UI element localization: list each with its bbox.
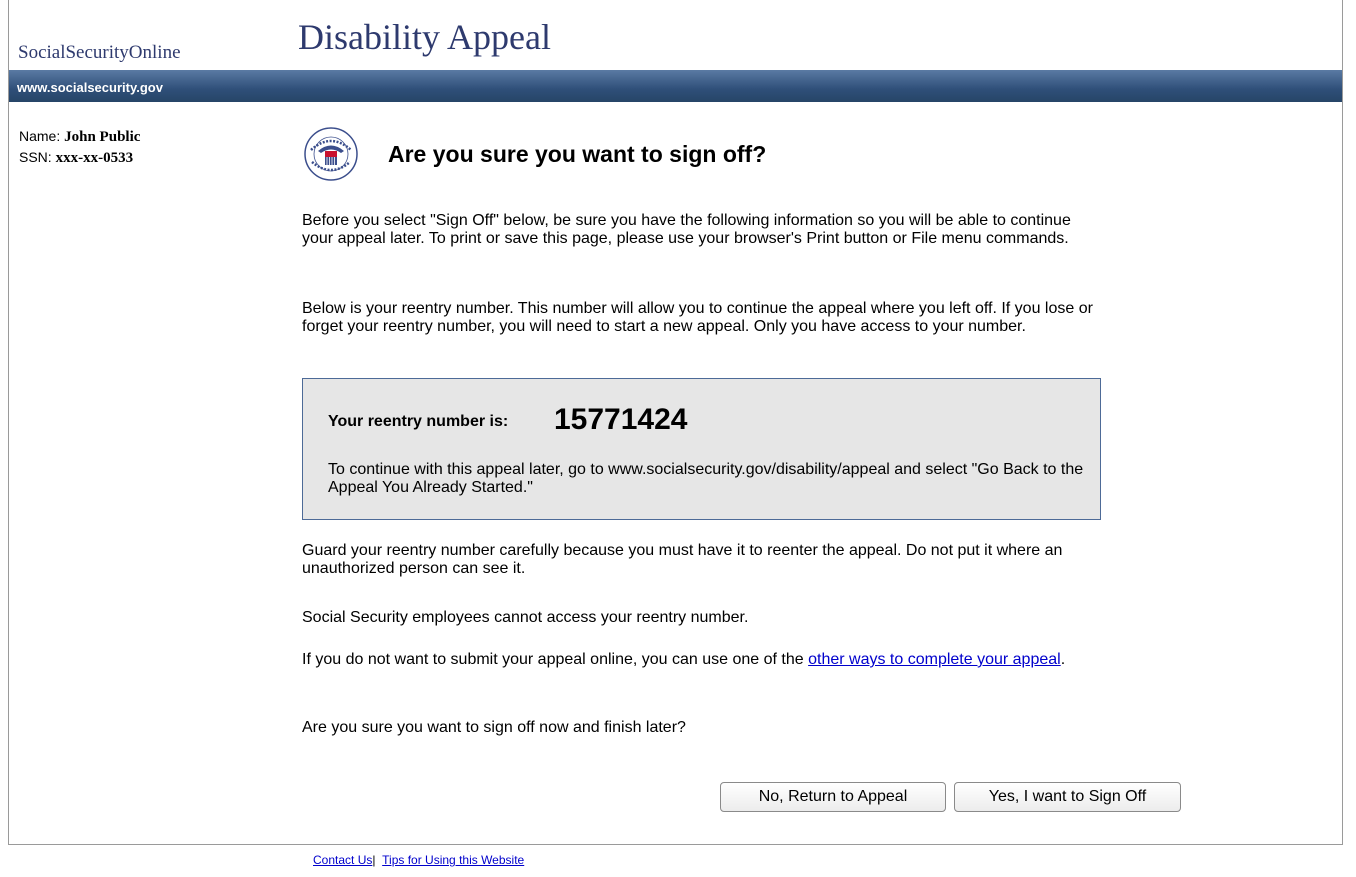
confirm-question: Are you sure you want to sign off now an… <box>302 719 686 736</box>
sign-off-button[interactable]: Yes, I want to Sign Off <box>954 782 1181 812</box>
reentry-number: 15771424 <box>554 403 688 436</box>
name-label: Name: <box>19 128 61 144</box>
footer-links: Contact Us| Tips for Using this Website <box>313 853 524 867</box>
site-url: www.socialsecurity.gov <box>17 80 163 95</box>
employee-access-paragraph: Social Security employees cannot access … <box>302 609 749 626</box>
intro-paragraph: Before you select "Sign Off" below, be s… <box>302 212 1071 247</box>
page-title: Are you sure you want to sign off? <box>388 141 767 167</box>
ssn-value: xxx-xx-0533 <box>55 150 134 166</box>
contact-us-link[interactable]: Contact Us <box>313 853 372 867</box>
ssa-seal-icon <box>298 126 364 182</box>
page-heading: Disability Appeal <box>298 17 551 57</box>
reentry-number-box: Your reentry number is: 15771424 To cont… <box>302 378 1101 520</box>
ssn-label: SSN: <box>19 149 52 165</box>
return-to-appeal-button[interactable]: No, Return to Appeal <box>720 782 946 812</box>
other-ways-prefix: If you do not want to submit your appeal… <box>302 651 809 668</box>
other-ways-link[interactable]: other ways to complete your appeal <box>808 651 1061 668</box>
user-info: Name: John Public SSN: xxx-xx-0533 <box>19 126 140 168</box>
name-value: John Public <box>64 129 141 145</box>
site-url-bar: www.socialsecurity.gov <box>9 70 1342 102</box>
reentry-explanation-paragraph: Below is your reentry number. This numbe… <box>302 300 1093 335</box>
reentry-number-label: Your reentry number is: <box>328 413 509 430</box>
other-ways-suffix: . <box>1060 651 1066 668</box>
guard-number-paragraph: Guard your reentry number carefully beca… <box>302 542 1063 577</box>
site-name: SocialSecurityOnline <box>18 42 181 63</box>
footer-separator: | <box>372 853 376 867</box>
user-ssn-row: SSN: xxx-xx-0533 <box>19 147 140 168</box>
user-name-row: Name: John Public <box>19 126 140 147</box>
reentry-instructions: To continue with this appeal later, go t… <box>328 461 1084 496</box>
website-tips-link[interactable]: Tips for Using this Website <box>382 853 524 867</box>
other-ways-paragraph: If you do not want to submit your appeal… <box>302 651 1102 669</box>
